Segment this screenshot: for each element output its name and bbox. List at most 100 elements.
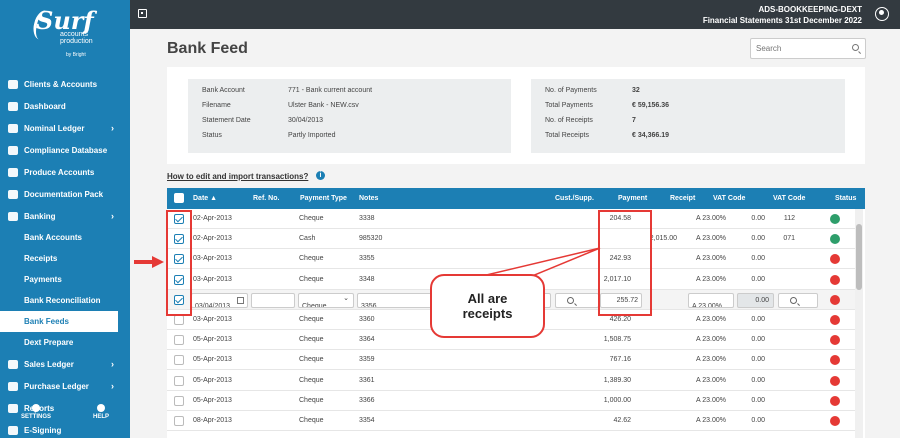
vat-code-search-button[interactable] — [778, 292, 818, 308]
header-cust-supp[interactable]: Cust./Supp. — [555, 195, 594, 202]
row-checkbox[interactable] — [174, 355, 184, 366]
payment-cell: 426.20 — [609, 316, 631, 323]
header-receipt[interactable]: Receipt — [670, 195, 695, 202]
sidebar-item-produce-accounts[interactable]: Produce Accounts — [0, 161, 130, 183]
row-checkbox[interactable] — [174, 315, 184, 325]
sidebar-item-sales-ledger[interactable]: Sales Ledger › — [0, 353, 130, 375]
table-row[interactable]: 05-Apr-2013 Cheque 3361 1,389.30 A 23.00% 0.0… — [167, 371, 855, 391]
vat-amount-input[interactable]: 0.00 — [737, 292, 774, 308]
chevron-icon: › — [111, 359, 114, 369]
notes-cell: 3361 — [359, 376, 375, 384]
vat-code-cell: A 23.00% — [696, 376, 726, 384]
sidebar-item-dashboard[interactable]: Dashboard — [0, 95, 130, 117]
status-dot — [830, 315, 840, 325]
info-value: 32 — [632, 87, 640, 94]
status-dot — [830, 335, 840, 346]
sidebar-item-purchase-ledger[interactable]: Purchase Ledger › — [0, 375, 130, 397]
header-vat-code[interactable]: VAT Code — [713, 195, 745, 202]
payment-cell: 1,508.75 — [603, 336, 631, 344]
sidebar-sub-bank-reconciliation[interactable]: Bank Reconciliation — [0, 290, 130, 311]
table-row[interactable]: 02-Apr-2013 Cheque 3338 204.58 A 23.00% 0.00 1… — [167, 209, 855, 229]
search-input[interactable] — [751, 39, 846, 58]
howto-link[interactable]: How to edit and import transactions? — [167, 172, 308, 181]
logo-by: by Bright — [66, 52, 86, 58]
surf-logo[interactable]: Surf accounts production by Bright — [20, 6, 110, 58]
sidebar-sub-payments[interactable]: Payments — [0, 269, 130, 290]
user-icon[interactable] — [875, 7, 889, 21]
ref-input[interactable] — [251, 292, 295, 308]
receipt-cell: 2,015.00 — [649, 235, 677, 243]
info-value: Partly Imported — [288, 132, 336, 139]
scrollbar-thumb[interactable] — [856, 224, 862, 290]
chevron-down-icon: ⌄ — [343, 294, 349, 302]
notes-cell: 3338 — [359, 215, 375, 222]
sales-ledger-icon — [8, 359, 18, 369]
table-row[interactable]: 03-Apr-2013 Cheque 3355 242.93 A 23.00% 0.00 — [167, 249, 855, 270]
produce-accounts-icon — [8, 167, 18, 177]
vat-amount-cell: 0.00 — [751, 255, 765, 263]
purchase-ledger-icon — [8, 381, 18, 391]
date-value: 03/04/2013 — [195, 302, 231, 308]
sidebar-sub-receipts[interactable]: Receipts — [0, 248, 130, 269]
vat-amount-cell: 0.00 — [751, 235, 765, 243]
vat-code-cell: A 23.00% — [696, 396, 726, 404]
sidebar-item-documentation-pack[interactable]: Documentation Pack — [0, 183, 130, 205]
info-icon[interactable]: i — [316, 171, 325, 180]
sidebar-footer: SETTINGS HELP — [0, 404, 130, 438]
notes-value: 3356 — [361, 302, 377, 308]
settings-button[interactable]: SETTINGS — [21, 404, 51, 438]
vat-code-select[interactable]: A 23.00% — [688, 292, 734, 308]
status-dot — [830, 294, 840, 305]
sidebar-sub-bank-accounts[interactable]: Bank Accounts — [0, 227, 130, 248]
callout-line1: All are — [467, 291, 508, 306]
notes-cell: 3364 — [359, 336, 375, 344]
row-checkbox[interactable] — [174, 416, 184, 426]
sidebar-sub-dext-prepare[interactable]: Dext Prepare — [0, 332, 130, 353]
help-button[interactable]: HELP — [93, 404, 109, 438]
header-notes[interactable]: Notes — [359, 195, 378, 202]
chevron-icon: › — [111, 381, 114, 391]
header-ref[interactable]: Ref. No. — [253, 195, 279, 202]
vat-amount-cell: 0.00 — [751, 336, 765, 344]
payment-type-cell: Cheque — [299, 356, 324, 364]
info-value: € 34,366.19 — [632, 132, 669, 139]
sidebar-item-clients-accounts[interactable]: Clients & Accounts — [0, 73, 130, 95]
collapse-sidebar-icon[interactable] — [138, 9, 147, 18]
notes-cell: 3355 — [359, 255, 375, 263]
header-payment-type[interactable]: Payment Type — [300, 195, 347, 202]
payment-type-cell: Cheque — [299, 255, 324, 263]
calendar-icon[interactable] — [237, 296, 244, 304]
payment-type-select[interactable]: Cheque ⌄ — [298, 292, 354, 308]
select-all-checkbox[interactable] — [174, 193, 184, 203]
row-checkbox[interactable] — [174, 375, 184, 386]
table-row[interactable]: 08-Apr-2013 Cheque 3354 42.62 A 23.00% 0.00 — [167, 411, 855, 431]
help-label: HELP — [92, 414, 109, 420]
totals-info-box: No. of Payments 32 Total Payments € 59,156.… — [531, 79, 845, 153]
sidebar-item-banking[interactable]: Banking › — [0, 205, 130, 227]
date-input[interactable]: 03/04/2013 — [191, 292, 248, 308]
date-cell: 05-Apr-2013 — [193, 396, 232, 404]
table-row[interactable]: 02-Apr-2013 Cash 985320 2,015.00 A 23.00% 0.0… — [167, 229, 855, 250]
row-checkbox[interactable] — [174, 395, 184, 406]
table-scrollbar[interactable] — [855, 209, 863, 438]
sidebar-sub-bank-feeds[interactable]: Bank Feeds — [0, 311, 118, 332]
vat-code-cell: A 23.00% — [696, 275, 726, 283]
header-status: Status — [835, 195, 857, 202]
table-row[interactable]: 05-Apr-2013 Cheque 3359 767.16 A 23.00% 0.00 — [167, 350, 855, 371]
cust-supp-search-button[interactable] — [555, 292, 599, 308]
sidebar-item-label: Purchase Ledger — [24, 381, 89, 391]
payment-type-cell: Cheque — [299, 417, 324, 424]
date-cell: 08-Apr-2013 — [193, 417, 232, 424]
sidebar-item-compliance-database[interactable]: Compliance Database — [0, 139, 130, 161]
row-checkbox[interactable] — [174, 335, 184, 346]
header-payment[interactable]: Payment — [618, 195, 647, 202]
header-date[interactable]: Date ▲ — [193, 195, 217, 202]
search-icon[interactable] — [852, 44, 859, 51]
table-row[interactable]: 05-Apr-2013 Cheque 3366 1,000.00 A 23.00% 0.0… — [167, 391, 855, 411]
notes-cell: 3354 — [359, 417, 375, 424]
date-cell: 05-Apr-2013 — [193, 356, 232, 364]
sidebar-item-nominal-ledger[interactable]: Nominal Ledger › — [0, 117, 130, 139]
header-vat-code-2[interactable]: VAT Code — [773, 195, 805, 202]
info-key: Total Receipts — [545, 132, 589, 139]
status-dot — [830, 375, 840, 386]
